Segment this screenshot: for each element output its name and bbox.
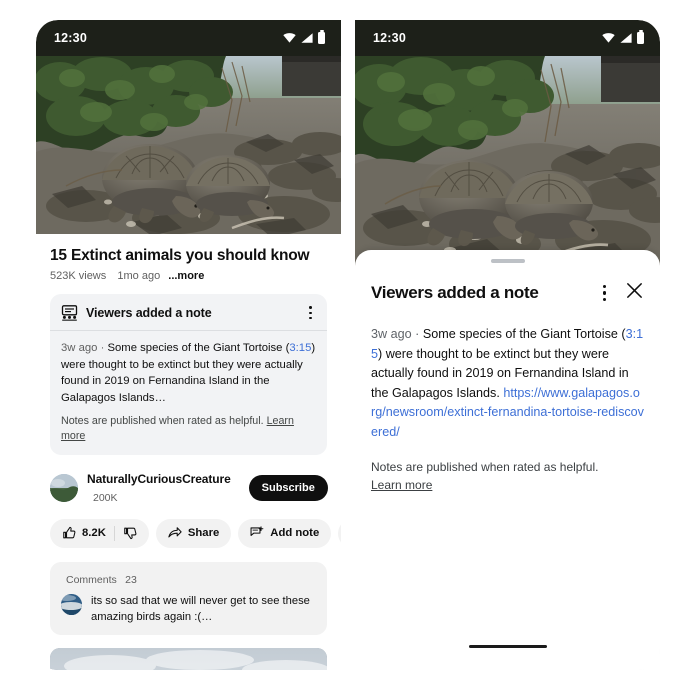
sheet-title: Viewers added a note xyxy=(371,283,539,302)
tortoise-left xyxy=(102,144,201,224)
avatar-image xyxy=(50,473,78,502)
comments-heading: Comments xyxy=(66,573,117,586)
video-thumbnail-image-right xyxy=(355,56,660,271)
home-indicator xyxy=(468,645,547,648)
video-player[interactable] xyxy=(36,56,341,234)
sheet-learn-more-link[interactable]: Learn more xyxy=(371,478,432,492)
channel-row: NaturallyCuriousCreature 200K Subscribe xyxy=(50,470,328,506)
wifi-icon xyxy=(602,33,615,43)
sheet-text-before: Some species of the Giant Tortoise ( xyxy=(422,327,626,341)
like-dislike-pill[interactable]: 8.2K xyxy=(50,518,149,548)
share-label: Share xyxy=(187,527,220,540)
cellular-signal-icon xyxy=(301,33,313,43)
note-card-divider xyxy=(50,330,327,332)
pill-divider xyxy=(113,525,115,541)
next-video-thumbnail-image xyxy=(50,648,327,670)
note-separator: · xyxy=(100,342,105,355)
note-card-footer: Notes are published when rated as helpfu… xyxy=(61,414,316,444)
cellular-signal-icon xyxy=(620,33,632,43)
note-card-header: Viewers added a note xyxy=(61,304,316,321)
left-phone-content: 15 Extinct animals you should know 523K … xyxy=(36,234,341,670)
thumbs-down-icon[interactable] xyxy=(123,526,137,540)
sheet-note-separator: · xyxy=(415,327,420,341)
commenter-avatar-image xyxy=(61,593,82,615)
sheet-close-button[interactable] xyxy=(619,277,646,309)
note-footer-text: Notes are published when rated as helpfu… xyxy=(61,414,264,427)
note-card-menu-button[interactable] xyxy=(305,304,316,321)
status-bar: 12:30 xyxy=(36,20,341,56)
video-thumbnail-image xyxy=(36,56,341,234)
action-bar: 8.2K Share Add note xyxy=(50,518,341,548)
comment-text: its so sad that we will never get to see… xyxy=(91,594,310,623)
channel-name: NaturallyCuriousCreature xyxy=(87,471,231,486)
note-bottom-sheet: Viewers added a note 3w ago · Some speci… xyxy=(355,250,660,670)
comments-count: 23 xyxy=(125,573,137,586)
close-icon xyxy=(627,283,642,298)
comment-item[interactable]: its so sad that we will never get to see… xyxy=(61,593,316,625)
add-note-icon xyxy=(250,526,264,537)
channel-info[interactable]: NaturallyCuriousCreature 200K xyxy=(87,470,231,506)
status-icons-right xyxy=(602,30,644,44)
community-note-icon xyxy=(61,305,78,321)
like-count: 8.2K xyxy=(82,527,106,540)
comments-section[interactable]: Comments 23 its so sad that we will neve… xyxy=(50,561,327,636)
add-note-button[interactable]: Add note xyxy=(238,518,332,548)
video-meta[interactable]: 523K views 1mo ago ...more xyxy=(50,270,327,282)
note-card-title: Viewers added a note xyxy=(86,305,212,320)
view-count: 523K views xyxy=(50,270,107,283)
sheet-menu-button[interactable] xyxy=(596,281,613,304)
share-icon xyxy=(168,527,182,538)
wifi-icon xyxy=(283,33,296,43)
battery-icon xyxy=(637,30,644,44)
battery-icon xyxy=(318,30,325,44)
note-video-timestamp-link[interactable]: 3:15 xyxy=(289,342,311,354)
subscribe-button[interactable]: Subscribe xyxy=(248,474,328,501)
comments-header: Comments 23 xyxy=(61,572,316,586)
status-time-right: 12:30 xyxy=(373,31,406,45)
more-link[interactable]: ...more xyxy=(168,270,204,282)
right-phone-frame: 12:30 Viewers added a note 3w ago · Some… xyxy=(355,20,660,670)
status-bar-right: 12:30 xyxy=(355,20,660,56)
note-card-body: 3w ago · Some species of the Giant Torto… xyxy=(61,340,316,406)
left-phone-frame: 12:30 15 Extinct animals you should know… xyxy=(36,20,341,670)
video-title: 15 Extinct animals you should know xyxy=(50,247,310,264)
status-icons xyxy=(283,30,325,44)
video-player-right[interactable] xyxy=(355,56,660,271)
commenter-avatar xyxy=(61,593,82,615)
sheet-footer-text: Notes are published when rated as helpfu… xyxy=(371,460,599,475)
viewers-note-card[interactable]: Viewers added a note 3w ago · Some speci… xyxy=(50,294,327,455)
sheet-note-text: 3w ago · Some species of the Giant Torto… xyxy=(355,309,660,442)
note-text-before: Some species of the Giant Tortoise ( xyxy=(107,342,290,355)
add-note-label: Add note xyxy=(270,527,320,540)
thumbs-up-icon xyxy=(63,527,76,539)
share-button[interactable]: Share xyxy=(155,518,232,548)
screenshot-stage: 12:30 15 Extinct animals you should know… xyxy=(0,0,690,683)
next-video-thumbnail[interactable] xyxy=(50,648,327,670)
sheet-footer: Notes are published when rated as helpfu… xyxy=(355,442,660,494)
sheet-header: Viewers added a note xyxy=(355,263,660,309)
channel-avatar[interactable] xyxy=(50,473,78,502)
status-time: 12:30 xyxy=(54,31,87,45)
save-button[interactable]: Sa xyxy=(338,518,341,548)
sheet-note-age: 3w ago xyxy=(371,327,412,341)
note-age: 3w ago xyxy=(61,342,98,355)
subscriber-count: 200K xyxy=(93,491,118,504)
upload-date: 1mo ago xyxy=(117,270,161,283)
